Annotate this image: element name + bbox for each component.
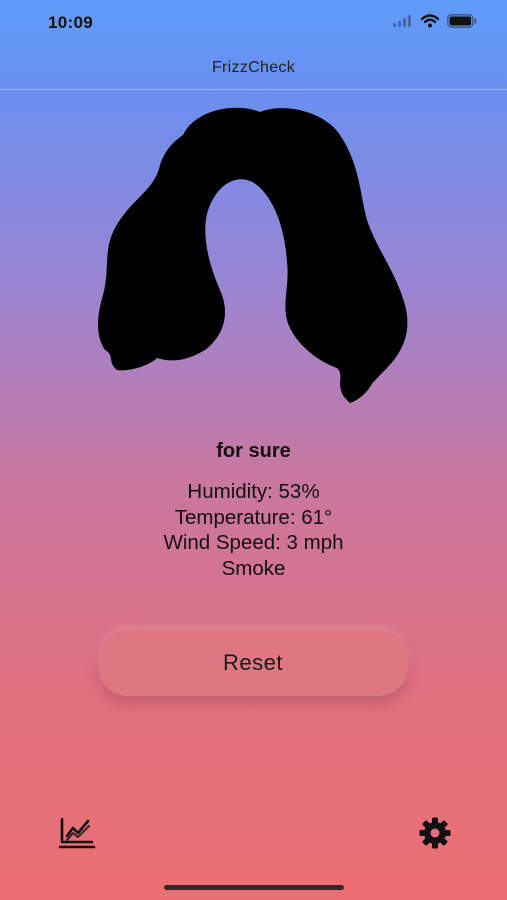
reset-button[interactable]: Reset [98,630,408,696]
battery-icon [447,14,477,28]
frizz-verdict: for sure [216,440,291,462]
home-indicator[interactable] [164,885,344,890]
hair-silhouette-icon [98,107,408,403]
chart-icon[interactable] [58,816,96,850]
status-time: 10:09 [48,13,93,32]
status-bar: 10:09 [0,0,507,46]
cellular-signal-icon [393,15,411,27]
weather-condition: Smoke [221,556,286,580]
status-icons [393,14,477,28]
gear-icon[interactable] [418,816,452,850]
weather-details: Humidity: 53% Temperature: 61° Wind Spee… [0,479,507,581]
wind-speed-readout: Wind Speed: 3 mph [163,531,344,554]
navigation-bar: FrizzCheck [0,46,507,90]
app-title: FrizzCheck [211,59,295,76]
humidity-readout: Humidity: 53% [187,480,320,503]
temperature-readout: Temperature: 61° [174,505,333,529]
wifi-icon [421,14,439,28]
